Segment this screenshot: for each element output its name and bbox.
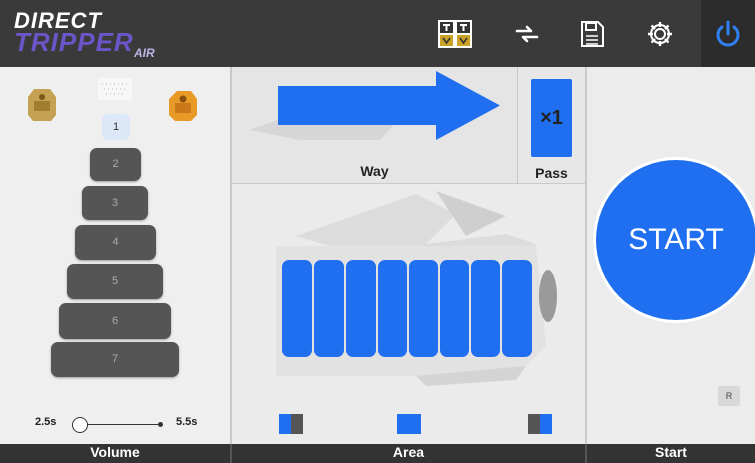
slider-min-label: 2.5s [35, 416, 57, 428]
power-button[interactable] [701, 0, 755, 67]
area-section-6[interactable] [440, 260, 469, 357]
slider-end-dot [158, 422, 163, 427]
pass-count-button[interactable]: ×1 [531, 79, 572, 157]
settings-button[interactable] [630, 0, 690, 67]
area-all-toggle[interactable] [397, 414, 421, 434]
brand-logo: DIRECT TRIPPER AIR [14, 8, 174, 62]
ring-6[interactable]: 6 [59, 303, 171, 339]
area-section-7[interactable] [471, 260, 500, 357]
ring-1[interactable]: 1 [102, 114, 130, 140]
power-icon [716, 20, 740, 46]
volume-slider-thumb[interactable] [72, 417, 88, 433]
area-left-toggle[interactable] [279, 414, 303, 434]
footer-start-label: Start [655, 444, 687, 460]
save-icon [581, 20, 604, 47]
gear-icon [648, 21, 672, 46]
brand-line-3: AIR [134, 46, 155, 60]
area-section-4[interactable] [378, 260, 407, 357]
sync-button[interactable] [497, 0, 557, 67]
area-section-8[interactable] [502, 260, 532, 357]
ring-4[interactable]: 4 [75, 225, 156, 260]
area-right-toggle[interactable] [528, 414, 552, 434]
footer-area-label: Area [392, 444, 425, 460]
ring-3[interactable]: 3 [82, 186, 148, 220]
area-section-5[interactable] [409, 260, 438, 357]
slider-max-label: 5.5s [176, 416, 198, 428]
ring-5[interactable]: 5 [67, 264, 163, 299]
brand-line-2: TRIPPER [14, 27, 134, 57]
divider [230, 444, 232, 463]
way-label: Way [360, 163, 389, 179]
spray-pattern-icon [98, 78, 132, 100]
divider [585, 444, 587, 463]
sync-icon [515, 25, 539, 42]
area-section-2[interactable] [314, 260, 344, 357]
area-section-3[interactable] [346, 260, 376, 357]
ring-2[interactable]: 2 [90, 148, 141, 181]
save-button[interactable] [562, 0, 622, 67]
area-section-1[interactable] [282, 260, 312, 357]
reset-button[interactable]: R [718, 386, 740, 406]
ring-7[interactable]: 7 [51, 342, 179, 377]
pass-label: Pass [535, 165, 568, 181]
nozzle-set-button[interactable] [425, 0, 485, 67]
nozzle-set-icon [438, 19, 472, 48]
nozzle-right-icon[interactable] [161, 85, 203, 127]
way-arrow-icon[interactable] [276, 69, 502, 142]
start-button[interactable]: START [596, 160, 755, 320]
footer-volume-label: Volume [90, 444, 140, 460]
nozzle-left-icon[interactable] [22, 85, 62, 125]
